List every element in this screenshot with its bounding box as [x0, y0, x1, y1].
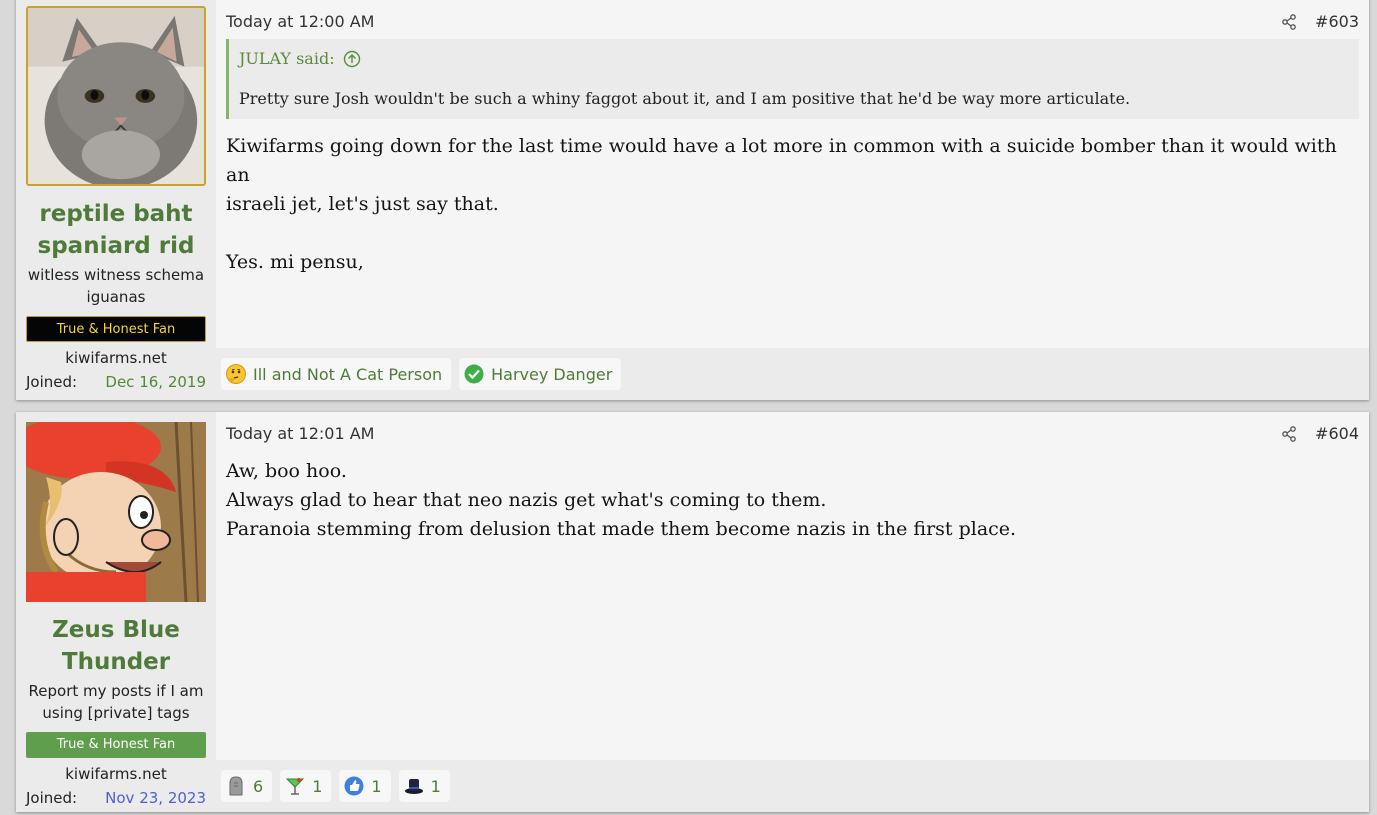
reaction-count: 1 — [312, 776, 323, 796]
arrow-up-circle-icon[interactable] — [343, 50, 361, 68]
top-hat-icon — [404, 779, 423, 794]
post-meta: Today at 12:00 AM #603 — [226, 12, 1359, 31]
reaction-chip[interactable]: 1 — [398, 770, 450, 802]
body-line: Kiwifarms going down for the last time w… — [226, 135, 1337, 186]
username-line-1: reptile baht — [39, 201, 193, 227]
user-title-line-1: Report my posts if I am — [28, 682, 204, 700]
reactions-bar: Ill and Not A Cat Person Harvey Danger — [216, 348, 1369, 400]
user-title-line-2: iguanas — [86, 288, 146, 306]
reaction-count: 1 — [430, 776, 441, 796]
post-content: Today at 12:00 AM #603 JULAY said: Prett… — [216, 0, 1369, 400]
post-time[interactable]: Today at 12:01 AM — [226, 424, 1281, 443]
user-panel: reptile baht spaniard rid witless witnes… — [16, 0, 216, 400]
user-site: kiwifarms.net — [65, 349, 167, 367]
joined-row: Joined: Nov 23, 2023 — [26, 789, 206, 807]
username[interactable]: reptile baht spaniard rid — [26, 198, 206, 262]
green-check-icon — [464, 364, 484, 384]
joined-date: Nov 23, 2023 — [105, 789, 206, 807]
post-content: Today at 12:01 AM #604 Aw, boo hoo. Alwa… — [216, 412, 1369, 812]
joined-date: Dec 16, 2019 — [105, 373, 206, 391]
thinking-emoji-icon — [226, 364, 246, 384]
username[interactable]: Zeus Blue Thunder — [26, 614, 206, 678]
post-body: Kiwifarms going down for the last time w… — [226, 132, 1339, 277]
reaction-chip[interactable]: 6 — [221, 770, 273, 802]
post-603: reptile baht spaniard rid witless witnes… — [16, 0, 1369, 400]
post-body: Aw, boo hoo. Always glad to hear that ne… — [226, 457, 1339, 544]
user-avatar[interactable] — [26, 6, 206, 186]
body-line: Always glad to hear that neo nazis get w… — [226, 489, 827, 511]
post-time[interactable]: Today at 12:00 AM — [226, 12, 1281, 31]
reaction-chip[interactable]: Ill and Not A Cat Person — [221, 358, 452, 390]
user-avatar[interactable] — [26, 422, 206, 602]
joined-label: Joined: — [26, 789, 78, 807]
thumbs-up-icon — [344, 776, 364, 796]
username-line-1: Zeus Blue — [52, 617, 180, 643]
user-banner: True & Honest Fan — [26, 732, 206, 758]
reaction-chip[interactable]: Harvey Danger — [459, 358, 622, 390]
user-banner: True & Honest Fan — [26, 316, 206, 342]
post-604: Zeus Blue Thunder Report my posts if I a… — [16, 412, 1369, 812]
share-icon[interactable] — [1281, 13, 1297, 30]
cocktail-icon — [285, 778, 305, 795]
reaction-chip[interactable]: 1 — [339, 770, 391, 802]
user-title-line-2: using [private] tags — [42, 704, 190, 722]
user-title: Report my posts if I am using [private] … — [26, 680, 206, 724]
reaction-label: Ill and Not A Cat Person — [253, 364, 443, 384]
body-line: Paranoia stemming from delusion that mad… — [226, 518, 1017, 540]
user-panel: Zeus Blue Thunder Report my posts if I a… — [16, 412, 216, 812]
reactions-bar: 6 1 1 1 — [216, 760, 1369, 812]
post-number[interactable]: #603 — [1315, 12, 1359, 31]
reaction-count: 6 — [253, 776, 264, 796]
quote-block: JULAY said: Pretty sure Josh wouldn't be… — [226, 39, 1359, 119]
reaction-count: 1 — [371, 776, 382, 796]
post-meta: Today at 12:01 AM #604 — [226, 424, 1359, 443]
body-line: Yes. mi pensu, — [226, 251, 364, 273]
quote-header: JULAY said: — [239, 49, 361, 68]
user-title: witless witness schema iguanas — [26, 264, 206, 308]
joined-label: Joined: — [26, 373, 78, 391]
share-icon[interactable] — [1281, 425, 1297, 442]
post-number[interactable]: #604 — [1315, 424, 1359, 443]
reaction-label: Harvey Danger — [491, 364, 613, 384]
body-line: Aw, boo hoo. — [226, 460, 347, 482]
reaction-chip[interactable]: 1 — [280, 770, 332, 802]
user-title-line-1: witless witness schema — [27, 266, 205, 284]
user-site: kiwifarms.net — [65, 765, 167, 783]
gravestone-icon — [229, 776, 243, 796]
quote-text: Pretty sure Josh wouldn't be such a whin… — [239, 89, 1131, 108]
quote-author[interactable]: JULAY said: — [239, 49, 335, 68]
joined-row: Joined: Dec 16, 2019 — [26, 373, 206, 391]
username-line-2: Thunder — [61, 649, 171, 675]
username-line-2: spaniard rid — [37, 233, 195, 259]
body-line: israeli jet, let's just say that. — [226, 193, 499, 215]
